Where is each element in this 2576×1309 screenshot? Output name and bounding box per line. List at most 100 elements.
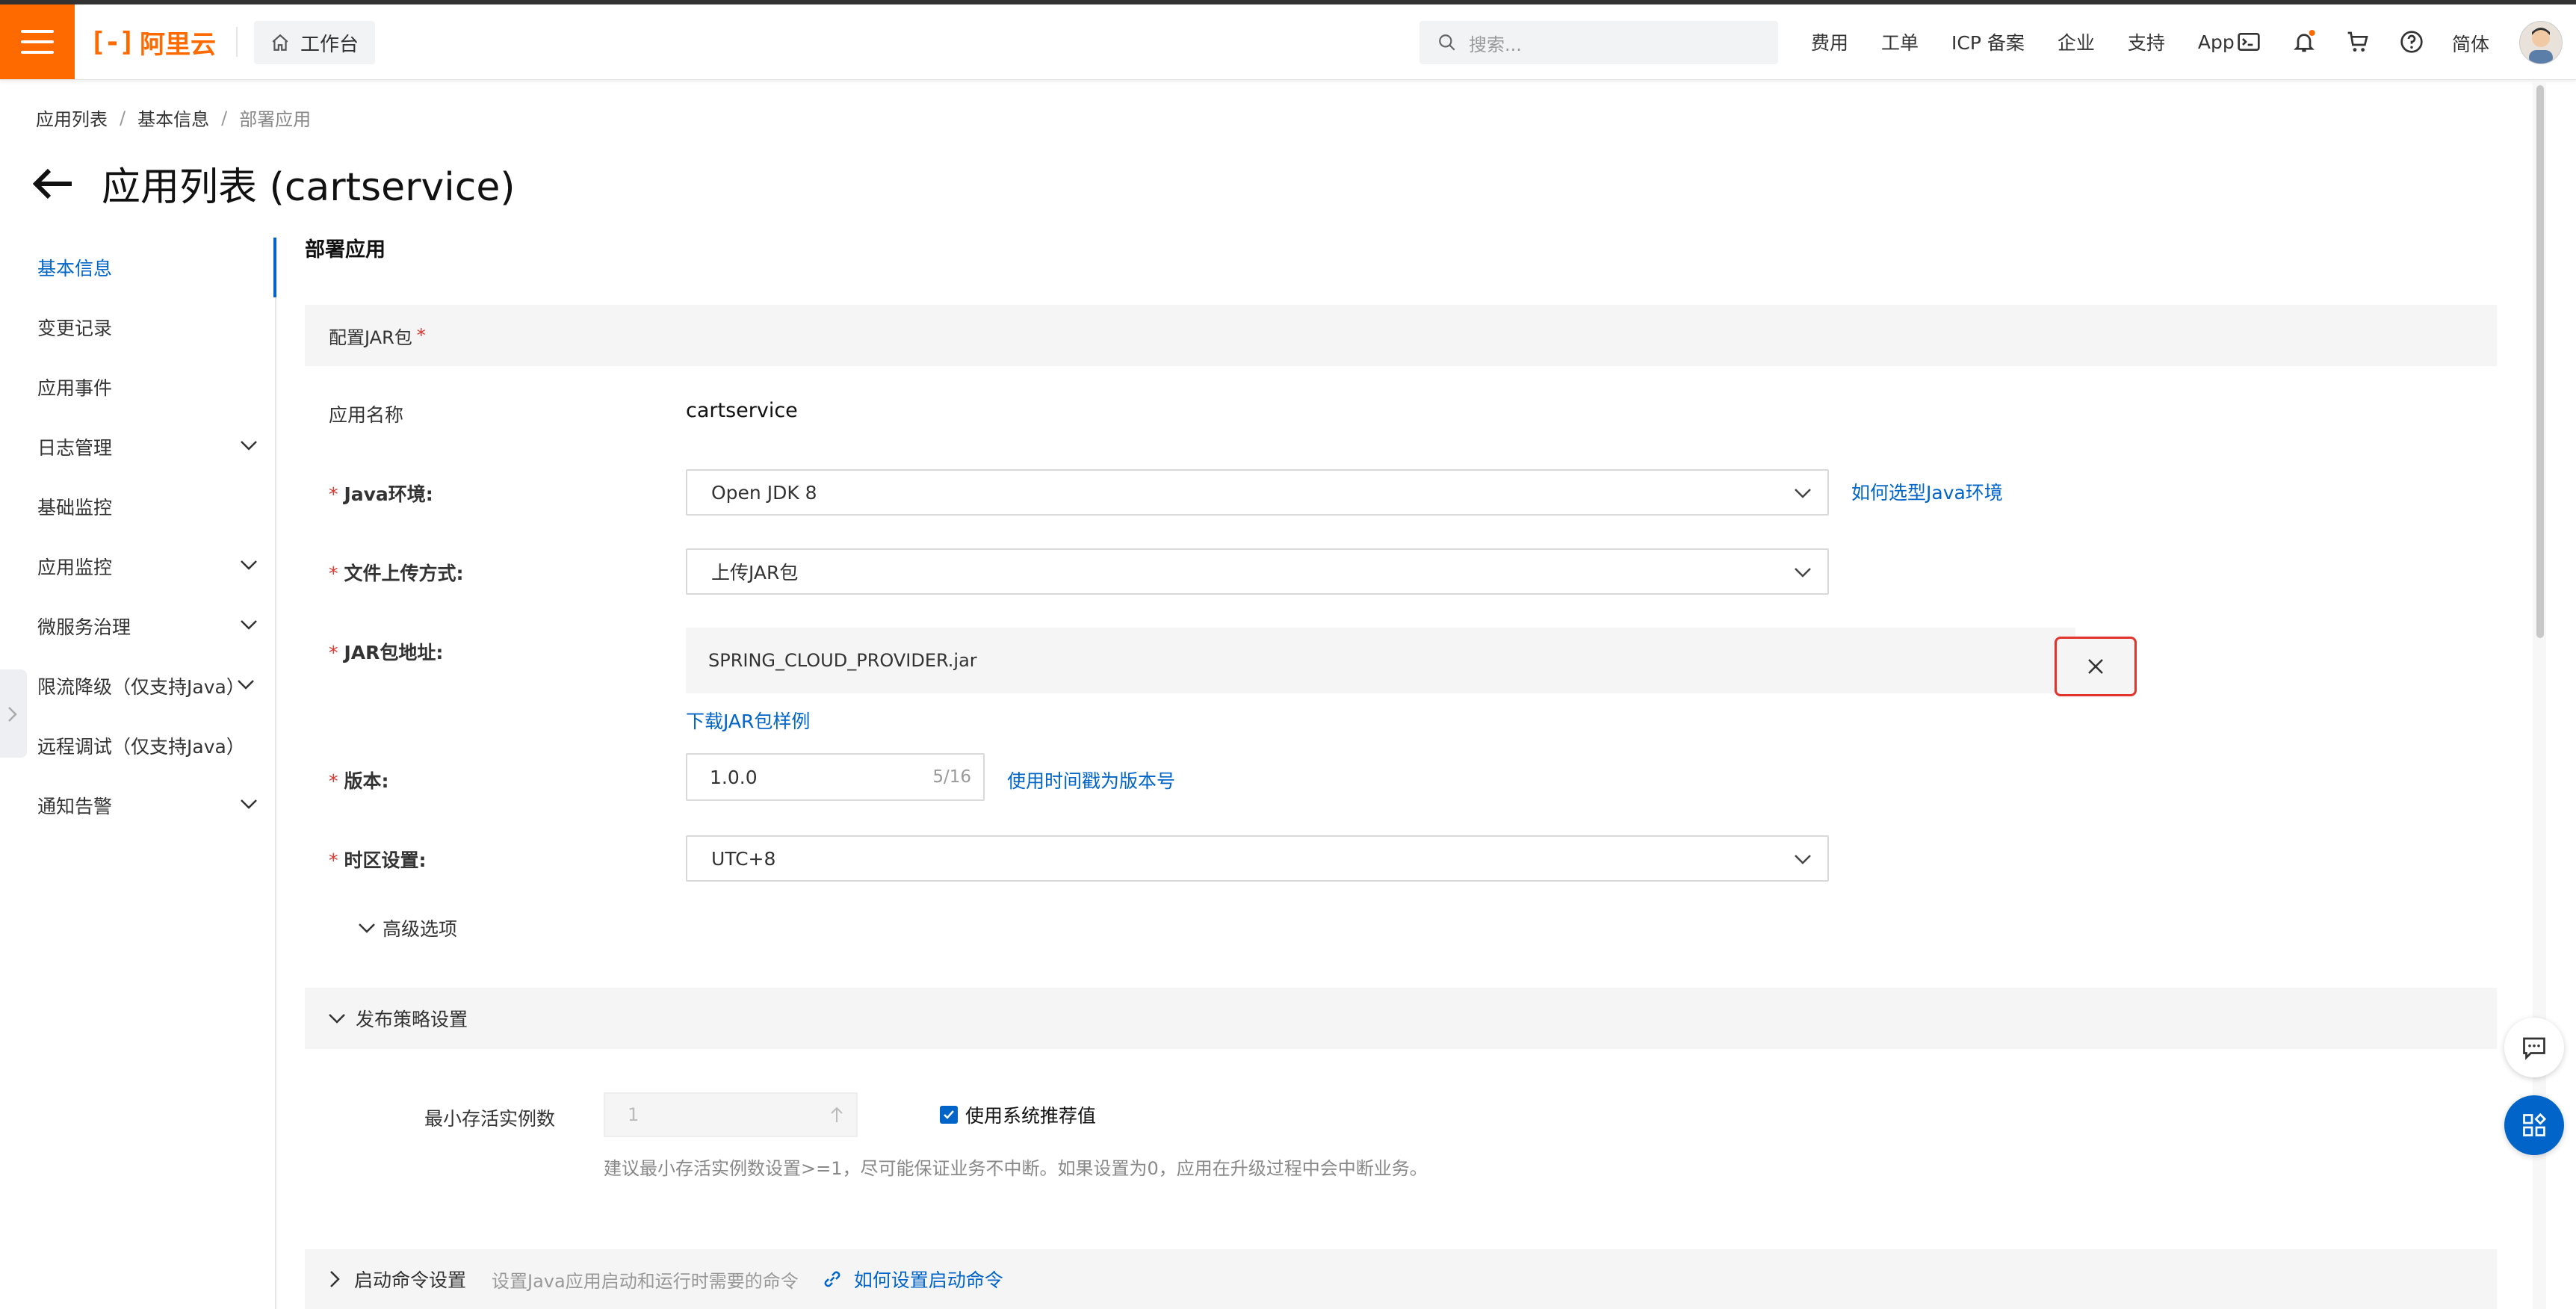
feedback-button[interactable] [2504,1018,2564,1077]
app-name-value: cartservice [686,399,798,422]
sidenav-item-remote-debug[interactable]: 远程调试（仅支持Java） [0,716,275,776]
home-icon [272,34,288,51]
breadcrumb-basic-info[interactable]: 基本信息 [137,105,209,131]
chevron-down-icon [241,441,257,451]
breadcrumb: 应用列表 / 基本信息 / 部署应用 [36,105,311,131]
timezone-field-label: * 时区设置: [329,846,426,873]
logo-text: 阿里云 [140,29,217,60]
advanced-options-label: 高级选项 [383,918,458,940]
required-mark: * [329,563,338,584]
startup-command-help-link[interactable]: 如何设置启动命令 [854,1266,1003,1293]
min-instances-value: 1 [628,1104,640,1125]
jar-address-label: JAR包地址: [344,642,444,663]
breadcrumb-separator: / [120,107,126,129]
chevron-right-icon [8,707,17,722]
chevron-down-icon [329,1014,345,1024]
upload-method-select[interactable]: 上传JAR包 [686,548,1829,595]
required-mark: * [329,770,338,792]
close-icon [2088,659,2103,674]
java-env-value: Open JDK 8 [711,481,817,504]
sidenav-item-change-records[interactable]: 变更记录 [0,297,275,357]
required-mark: * [329,483,338,505]
use-recommended-checkbox[interactable]: 使用系统推荐值 [940,1101,1096,1128]
top-nav: 费用 工单 ICP 备案 企业 支持 App [1811,4,2267,79]
sidenav-item-basic-monitoring[interactable]: 基础监控 [0,477,275,536]
version-label: 版本: [344,770,389,792]
java-env-label: Java环境: [344,483,433,505]
sidenav-item-alerts[interactable]: 通知告警 [0,776,275,835]
scrollbar-thumb[interactable] [2536,85,2544,638]
release-strategy-header[interactable]: 发布策略设置 [305,988,2497,1049]
sidenav-item-label: 应用监控 [37,557,113,578]
nav-tickets[interactable]: 工单 [1881,28,1919,55]
advanced-options-toggle[interactable]: 高级选项 [357,915,457,941]
chevron-down-icon [241,620,257,630]
use-timestamp-version-link[interactable]: 使用时间戳为版本号 [1007,767,1175,793]
bell-icon[interactable] [2292,30,2316,54]
side-nav: 基本信息 变更记录 应用事件 日志管理 基础监控 应用监控 微服务治理 限流降级… [0,238,276,1309]
page-header: 应用列表 (cartservice) [33,155,515,211]
back-arrow-icon[interactable] [33,167,75,200]
timezone-select[interactable]: UTC+8 [686,835,1829,882]
terminal-icon[interactable] [2237,30,2261,54]
app-name-label: 应用名称 [329,404,404,426]
cart-icon[interactable] [2346,30,2370,54]
jar-file-box: SPRING_CLOUD_PROVIDER.jar [686,628,2075,693]
sidenav-item-app-events[interactable]: 应用事件 [0,357,275,417]
min-instances-label: 最小存活实例数 [424,1108,556,1130]
sidenav-item-label: 变更记录 [37,318,113,339]
java-env-help-link[interactable]: 如何选型Java环境 [1851,478,2003,505]
sidenav-item-microservice-governance[interactable]: 微服务治理 [0,596,275,656]
sidebar-collapse-tab[interactable] [0,669,27,758]
top-bar: [-] 阿里云 工作台 搜索... 费用 工单 ICP 备案 企业 支持 App… [0,4,2576,80]
use-recommended-label: 使用系统推荐值 [965,1105,1097,1127]
sidenav-item-app-monitoring[interactable]: 应用监控 [0,536,275,596]
language-switch[interactable]: 简体 [2452,30,2489,57]
required-mark: * [416,325,426,346]
nav-icp[interactable]: ICP 备案 [1951,28,2025,55]
timezone-value: UTC+8 [711,847,776,870]
version-char-count: 5/16 [932,767,971,787]
breadcrumb-current: 部署应用 [239,109,312,130]
download-jar-sample-link[interactable]: 下载JAR包样例 [686,707,810,734]
jar-address-field-label: * JAR包地址: [329,638,443,665]
search-placeholder: 搜索... [1469,34,1522,55]
search-icon [1439,34,1455,51]
version-field-label: * 版本: [329,767,388,793]
jar-config-header: 配置JAR包 * [305,305,2497,366]
nav-app[interactable]: App [2198,31,2235,53]
upload-method-label: 文件上传方式: [344,563,464,584]
user-avatar[interactable] [2519,21,2563,64]
upload-method-value: 上传JAR包 [711,562,799,584]
nav-enterprise[interactable]: 企业 [2058,28,2095,55]
timezone-label: 时区设置: [344,850,427,871]
chevron-right-icon [330,1271,340,1287]
quick-apps-button[interactable] [2504,1095,2564,1155]
sidenav-item-log-management[interactable]: 日志管理 [0,417,275,477]
chevron-down-icon [238,680,254,690]
help-icon[interactable] [2400,30,2424,54]
nav-billing[interactable]: 费用 [1811,28,1848,55]
page-title: 应用列表 (cartservice) [102,165,515,210]
divider [236,27,238,57]
workbench-button[interactable]: 工作台 [254,21,376,64]
sidenav-item-rate-limiting[interactable]: 限流降级（仅支持Java） [0,656,275,716]
link-icon [824,1271,840,1287]
chevron-down-icon [241,799,257,809]
search-input[interactable]: 搜索... [1419,21,1778,64]
hamburger-menu-button[interactable] [0,4,75,79]
breadcrumb-app-list[interactable]: 应用列表 [36,105,108,131]
sidenav-item-label: 限流降级（仅支持Java） [37,676,245,698]
aliyun-logo[interactable]: [-] 阿里云 [90,25,217,60]
version-input[interactable]: 1.0.0 5/16 [686,753,985,801]
sidenav-item-basic-info[interactable]: 基本信息 [0,238,276,297]
sidenav-item-label: 微服务治理 [37,616,131,638]
java-env-select[interactable]: Open JDK 8 [686,469,1829,516]
remove-jar-button[interactable] [2055,637,2137,696]
release-strategy-label: 发布策略设置 [356,1009,468,1030]
sidenav-item-label: 通知告警 [37,796,113,817]
nav-support[interactable]: 支持 [2128,28,2165,55]
aliyun-logo-icon: [-] [90,26,135,58]
java-env-field-label: * Java环境: [329,480,433,507]
startup-command-header[interactable]: 启动命令设置 设置Java应用启动和运行时需要的命令 如何设置启动命令 [305,1249,2497,1309]
